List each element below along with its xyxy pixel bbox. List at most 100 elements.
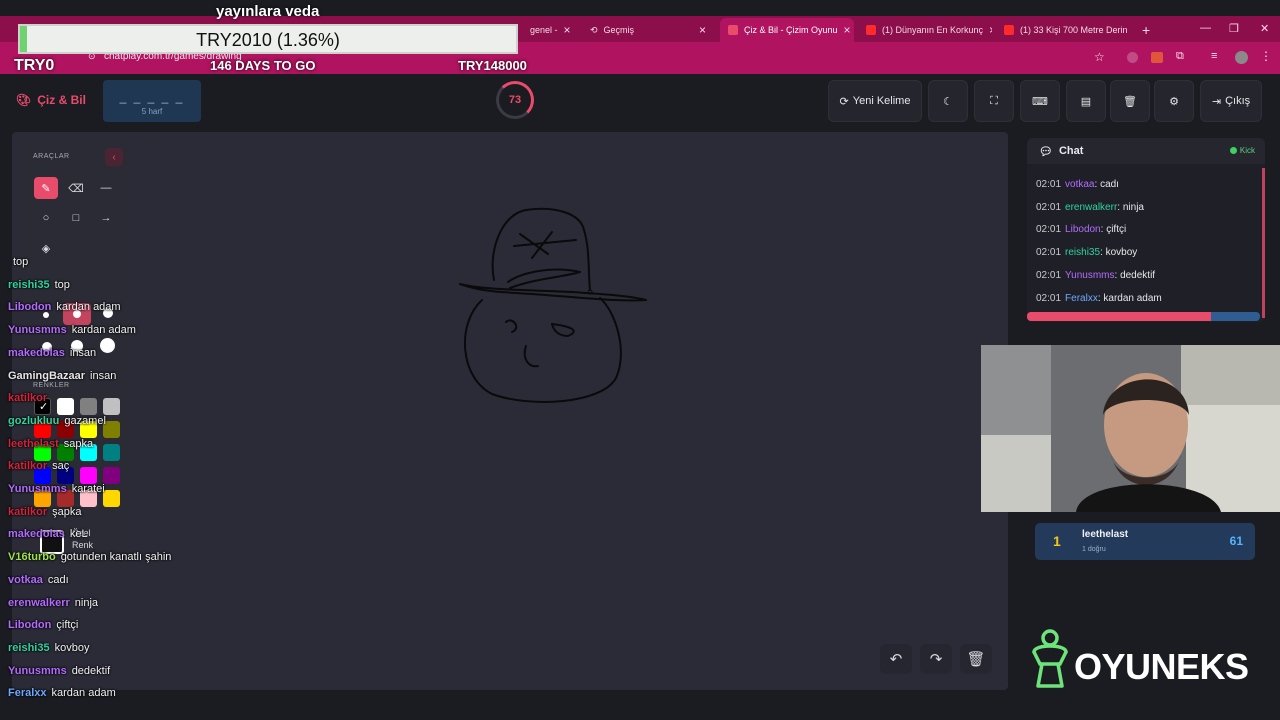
collapse-tools-button[interactable]: ‹	[105, 148, 123, 166]
stream-chat-user: Yunusmms	[8, 664, 67, 677]
stream-chat-user: V16turbo	[8, 551, 56, 564]
stream-chat-user: katilkor	[8, 505, 48, 518]
stream-chat-text: insan	[90, 369, 117, 382]
stream-chat-text: karatei	[71, 483, 105, 495]
brush-size-xxxl[interactable]	[100, 338, 115, 353]
head-outline-stroke	[463, 297, 622, 403]
stream-chat-line: Yunusmms karatei	[8, 483, 105, 495]
stream-chat-text: gazamel	[64, 414, 106, 427]
color-swatch[interactable]	[80, 467, 97, 484]
goal-progress-bar: TRY2010 (1.36%)	[18, 24, 518, 54]
refresh-icon: ⟳	[839, 95, 849, 108]
chat-message: 02:01 erenwalkerr: ninja	[1036, 202, 1144, 213]
line-tool[interactable]: —	[94, 177, 118, 199]
webcam-image	[981, 345, 1280, 512]
exit-label: Çıkış	[1225, 95, 1251, 107]
color-swatch[interactable]	[103, 467, 120, 484]
new-tab-button[interactable]: +	[1134, 18, 1154, 42]
tab-youtube-2[interactable]: (1) 33 Kişi 700 Metre Derin ×	[996, 18, 1130, 42]
stream-chat-line: votkaa cadı	[8, 574, 69, 586]
tab-active-game[interactable]: Çiz & Bil - Çizim Oyunu ×	[720, 18, 854, 42]
stream-chat-user: gozlukluu	[8, 414, 60, 427]
maximize-icon[interactable]: ❐	[1229, 22, 1239, 35]
chat-message-time: 02:01	[1036, 179, 1062, 190]
stream-chat-user: erenwalkerr	[8, 596, 70, 609]
color-swatch[interactable]	[103, 444, 120, 461]
stream-chat-user: reishi35	[8, 278, 50, 291]
game-header: 🎨︎ Çiz & Bil _ _ _ _ _ 5 harf 73 ⟳ Yeni …	[0, 74, 1280, 126]
status-dot-icon	[1229, 147, 1237, 154]
color-swatch[interactable]	[57, 398, 74, 415]
brush-tool[interactable]: ✎	[34, 177, 58, 199]
extension-icon[interactable]	[1127, 52, 1138, 63]
tab-label: (1) 33 Kişi 700 Metre Derin	[1020, 25, 1128, 35]
stream-chat-line: reishi35 top	[8, 279, 70, 291]
paint-bucket-icon: ◈	[41, 242, 51, 255]
gear-icon: ⚙	[1169, 95, 1179, 108]
theme-toggle-button[interactable]: ☾	[928, 80, 968, 122]
stream-chat-line: katilkor	[8, 392, 52, 404]
close-icon[interactable]: ×	[989, 23, 992, 37]
chat-title-text: Chat	[1058, 145, 1084, 157]
stream-chat-text: şapka	[52, 505, 82, 518]
stream-chat-text: top	[54, 278, 70, 291]
stream-chat-text: sapka	[63, 437, 94, 450]
puzzle-icon[interactable]: ⧉	[1176, 50, 1184, 63]
drawing-strokes	[459, 207, 647, 403]
exit-button[interactable]: ⇥ Çıkış	[1200, 80, 1262, 122]
more-menu-icon[interactable]: ⋮	[1260, 49, 1272, 63]
chat-message: 02:01 votkaa: cadı	[1036, 179, 1119, 190]
menu-list-icon[interactable]: ≡	[1211, 50, 1217, 62]
chat-message-time: 02:01	[1036, 201, 1062, 213]
fullscreen-button[interactable]: ⛶	[974, 80, 1014, 122]
close-icon[interactable]: ×	[699, 23, 706, 37]
word-mask: _ _ _ _ _	[119, 90, 185, 104]
arrow-tool[interactable]: →	[94, 207, 118, 229]
rectangle-tool[interactable]: □	[64, 207, 88, 229]
chat-message-user: Libodon	[1065, 224, 1101, 236]
redo-button[interactable]: ↷	[920, 644, 952, 674]
new-word-button[interactable]: ⟳ Yeni Kelime	[828, 80, 922, 122]
profile-avatar[interactable]	[1235, 51, 1248, 64]
chat-message: 02:01 Feralxx: kardan adam	[1036, 293, 1162, 304]
stream-chat-line: katilkor saç	[8, 460, 69, 472]
eraser-icon: ⌫	[68, 182, 84, 195]
clear-button[interactable]: 🗑︎	[1110, 80, 1150, 122]
keyboard-icon: ⌨	[1032, 95, 1048, 108]
settings-button[interactable]: ⚙	[1154, 80, 1194, 122]
undo-icon: ↶	[889, 651, 903, 668]
chat-message-user: Feralxx	[1065, 292, 1098, 304]
color-swatch[interactable]	[80, 398, 97, 415]
undo-button[interactable]: ↶	[880, 644, 912, 674]
mascot-logo-icon	[1032, 629, 1068, 688]
fill-tool[interactable]: ◈	[34, 237, 58, 259]
tab-genel[interactable]: genel - ×	[522, 18, 578, 42]
bookmark-star-icon[interactable]: ☆	[1094, 50, 1105, 64]
stream-chat-line: makedolas insan	[8, 347, 96, 359]
brand-logo: OYUNEKS	[1028, 628, 1258, 692]
chevron-left-icon: ‹	[112, 151, 116, 163]
tab-youtube-1[interactable]: (1) Dünyanın En Korkunç ×	[858, 18, 992, 42]
window-close-icon[interactable]: ✕	[1260, 22, 1269, 35]
close-icon[interactable]: ×	[564, 23, 571, 37]
chat-bubble-icon: 💬︎	[1039, 146, 1053, 158]
keyboard-button[interactable]: ⌨	[1020, 80, 1060, 122]
delete-drawing-button[interactable]: 🗑︎	[960, 644, 992, 674]
color-swatch[interactable]	[103, 490, 120, 507]
stream-chat-user: makedolas	[8, 346, 65, 359]
circle-tool[interactable]: ○	[34, 207, 58, 229]
archive-button[interactable]: ▤	[1066, 80, 1106, 122]
chat-scrollbar[interactable]	[1262, 168, 1265, 318]
extension-icon[interactable]	[1151, 52, 1163, 63]
minimize-icon[interactable]: —	[1200, 22, 1211, 34]
eraser-tool[interactable]: ⌫	[64, 177, 88, 199]
close-icon[interactable]: ×	[844, 23, 851, 37]
tab-label: Çiz & Bil - Çizim Oyunu	[744, 25, 838, 35]
color-swatch[interactable]	[103, 398, 120, 415]
drawing-canvas[interactable]	[12, 132, 1008, 690]
stream-chat-line: reishi35 kovboy	[8, 642, 89, 654]
tab-history[interactable]: ⟲ Geçmiş ×	[582, 18, 714, 42]
app-logo[interactable]: 🎨︎ Çiz & Bil	[16, 93, 86, 107]
hat-brim-stroke	[459, 283, 647, 302]
stream-chat-user: Yunusmms	[8, 483, 67, 495]
